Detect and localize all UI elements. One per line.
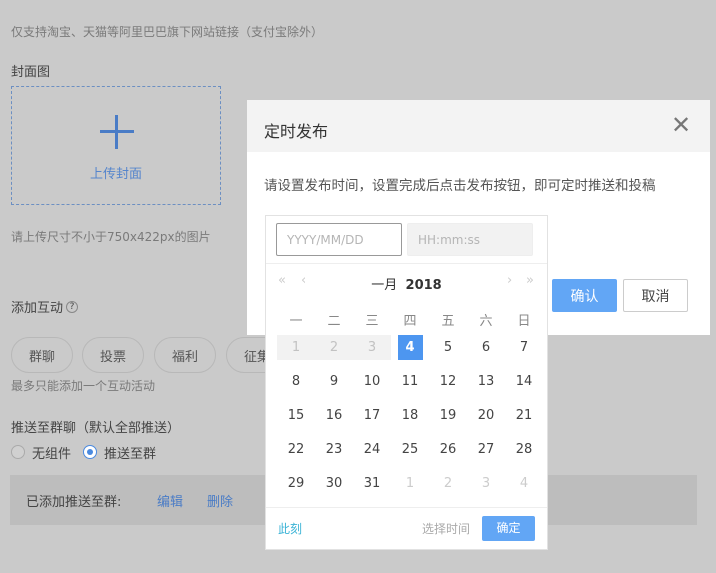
week-row: 29 30 31 1 2 3 4 [277,466,543,500]
upload-cover-button[interactable]: 上传封面 [11,86,221,205]
day-cell[interactable]: 6 [467,335,505,360]
cancel-button[interactable]: 取消 [623,279,688,312]
week-row: 8 9 10 11 12 13 14 [277,364,543,398]
day-cell[interactable]: 21 [505,403,543,428]
day-cell[interactable]: 3 [353,334,391,360]
day-cell[interactable]: 23 [315,437,353,462]
next-month-icon[interactable]: › [507,273,512,288]
day-cell[interactable]: 13 [467,369,505,394]
help-icon[interactable]: ? [66,300,79,313]
day-cell[interactable]: 10 [353,369,391,394]
close-icon[interactable]: ✕ [671,112,691,138]
day-cell[interactable]: 3 [467,471,505,496]
day-cell[interactable]: 9 [315,369,353,394]
radio-label-push-to-group: 推送至群 [104,447,157,462]
day-cell[interactable]: 1 [391,471,429,496]
day-cell[interactable]: 26 [429,437,467,462]
modal-description: 请设置发布时间，设置完成后点击发布按钮，即可定时推送和投稿 [264,178,656,194]
interaction-hint: 最多只能添加一个互动活动 [11,379,156,393]
edit-link[interactable]: 编辑 [157,491,183,510]
week-row: 1234567 [277,330,543,364]
day-cell[interactable]: 12 [429,369,467,394]
day-cell[interactable]: 18 [391,403,429,428]
divider [266,263,547,264]
modal-title: 定时发布 [264,122,329,141]
day-cell[interactable]: 4 [505,471,543,496]
week-row: 22 23 24 25 26 27 28 [277,432,543,466]
delete-link[interactable]: 删除 [207,491,233,510]
picker-ok-button[interactable]: 确定 [482,516,535,541]
modal-header: 定时发布 ✕ [247,100,710,152]
day-cell[interactable]: 7 [505,335,543,360]
interaction-vote[interactable]: 投票 [82,337,144,373]
day-cell[interactable]: 2 [315,334,353,360]
day-cell[interactable]: 28 [505,437,543,462]
picker-footer: 此刻 选择时间 确定 [266,507,547,550]
day-cell[interactable]: 15 [277,403,315,428]
day-cell[interactable]: 1 [277,334,315,360]
day-cell[interactable]: 30 [315,471,353,496]
time-input[interactable]: HH:mm:ss [407,223,533,256]
day-cell[interactable]: 17 [353,403,391,428]
plus-icon-stem [115,115,118,149]
day-cell[interactable]: 20 [467,403,505,428]
day-cell[interactable]: 4 [397,334,423,360]
link-hint: 仅支持淘宝、天猫等阿里巴巴旗下网站链接（支付宝除外） [11,25,324,39]
select-time-button[interactable]: 选择时间 [422,520,470,537]
day-cell[interactable]: 24 [353,437,391,462]
interaction-welfare[interactable]: 福利 [154,337,216,373]
day-cell[interactable]: 19 [429,403,467,428]
day-cell[interactable]: 2 [429,471,467,496]
day-cell[interactable]: 11 [391,369,429,394]
day-cell[interactable]: 5 [429,335,467,360]
next-year-icon[interactable]: » [526,273,534,288]
day-cell[interactable]: 22 [277,437,315,462]
year-label[interactable]: 2018 [406,278,442,293]
day-cell[interactable]: 27 [467,437,505,462]
now-button[interactable]: 此刻 [278,520,302,537]
interaction-group-chat[interactable]: 群聊 [11,337,73,373]
day-cell[interactable]: 8 [277,369,315,394]
size-hint: 请上传尺寸不小于750x422px的图片 [11,230,211,244]
day-cell[interactable]: 31 [353,471,391,496]
date-picker-popup: YYYY/MM/DD HH:mm:ss « ‹ 一月 2018 › » 一二三四… [265,215,548,550]
date-input[interactable]: YYYY/MM/DD [276,223,402,256]
week-row: 15 16 17 18 19 20 21 [277,398,543,432]
cover-label: 封面图 [11,65,51,80]
day-grid: 1 2 3 4 5 6 7 8 9 10 11 12 13 14 15 16 17 18 19 20 21 22 23 24 2… [277,330,543,500]
month-label[interactable]: 一月 [371,278,397,293]
interaction-heading: 添加互动 ? [11,297,79,316]
radio-no-component[interactable] [11,445,25,459]
confirm-button[interactable]: 确认 [552,279,617,312]
upload-label: 上传封面 [89,167,142,182]
day-cell[interactable]: 25 [391,437,429,462]
radio-push-to-group[interactable] [83,445,97,459]
radio-label-no-component: 无组件 [32,447,72,462]
push-label: 推送至群聊（默认全部推送） [11,421,181,436]
added-label: 已添加推送至群: [26,495,122,510]
day-cell[interactable]: 14 [505,369,543,394]
day-cell[interactable]: 16 [315,403,353,428]
interaction-label: 添加互动 [11,301,64,316]
day-cell[interactable]: 29 [277,471,315,496]
